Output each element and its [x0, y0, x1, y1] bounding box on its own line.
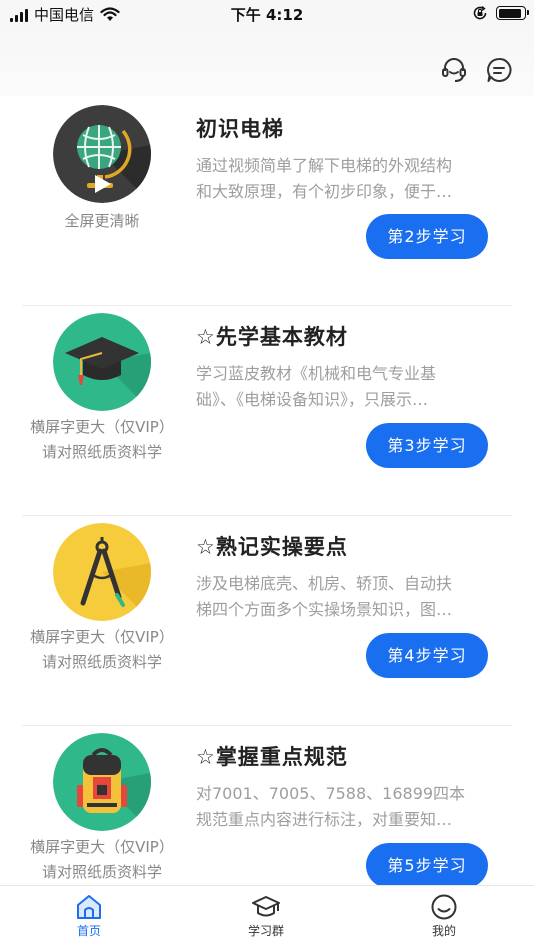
tab-label: 学习群 — [247, 924, 284, 938]
lesson-item[interactable]: 横屏字更大（仅VIP） 请对照纸质资料学 ☆熟记实操要点 涉及电梯底壳、机房、轿… — [0, 499, 534, 726]
orientation-lock-icon — [473, 5, 487, 20]
battery-icon — [496, 6, 529, 20]
tab-label: 我的 — [431, 924, 456, 938]
lesson-description: 通过视频简单了解下电梯的外观结构 和大致原理，有个初步印象，便于… — [196, 156, 453, 201]
message-icon[interactable] — [485, 56, 513, 84]
backpack-icon[interactable] — [53, 733, 151, 831]
thumb-caption: 横屏字更大（仅VIP） 请对照纸质资料学 — [30, 418, 174, 461]
tab-study-group[interactable]: 学习群 — [216, 894, 316, 939]
graduation-cap-icon[interactable] — [53, 313, 151, 411]
lesson-description: 涉及电梯底壳、机房、轿顶、自动扶 梯四个方面多个实操场景知识，图… — [196, 574, 453, 619]
thumb-caption: 横屏字更大（仅VIP） 请对照纸质资料学 — [30, 628, 174, 671]
lesson-list[interactable]: 全屏更清晰 初识电梯 通过视频简单了解下电梯的外观结构 和大致原理，有个初步印象… — [0, 96, 534, 885]
lesson-description: 对7001、7005、7588、16899四本 规范重点内容进行标注，对重要知… — [196, 784, 466, 829]
step-2-button[interactable]: 第2步学习 — [366, 214, 488, 259]
compass-icon[interactable] — [53, 523, 151, 621]
tab-home[interactable]: 首页 — [39, 894, 139, 939]
lesson-title: ☆掌握重点规范 — [196, 745, 348, 769]
lesson-item[interactable]: 全屏更清晰 初识电梯 通过视频简单了解下电梯的外观结构 和大致原理，有个初步印象… — [0, 96, 534, 306]
lesson-item[interactable]: 横屏字更大（仅VIP） 请对照纸质资料学 ☆先学基本教材 学习蓝皮教材《机械和电… — [0, 289, 534, 516]
tab-label: 首页 — [76, 924, 101, 938]
home-icon — [77, 895, 101, 919]
lesson-title: 初识电梯 — [196, 117, 284, 141]
tab-mine[interactable]: 我的 — [394, 894, 494, 939]
thumb-caption: 全屏更清晰 — [64, 212, 140, 230]
lesson-description: 学习蓝皮教材《机械和电气专业基 础》、《电梯设备知识》，只展示… — [196, 364, 437, 409]
top-bar — [0, 28, 534, 96]
step-4-button[interactable]: 第4步学习 — [366, 633, 488, 678]
step-5-button[interactable]: 第5步学习 — [366, 843, 488, 885]
status-time: 下午 4:12 — [230, 6, 304, 24]
globe-play-icon[interactable] — [53, 105, 151, 203]
lesson-item[interactable]: 横屏字更大（仅VIP） 请对照纸质资料学 ☆掌握重点规范 对7001、7005、… — [0, 709, 534, 885]
lesson-title: ☆熟记实操要点 — [196, 535, 348, 559]
status-right — [472, 5, 529, 21]
smile-face-icon — [431, 894, 457, 920]
step-3-button[interactable]: 第3步学习 — [366, 423, 488, 468]
graduation-cap-icon — [252, 896, 280, 917]
headset-icon[interactable] — [440, 56, 468, 84]
thumb-caption: 横屏字更大（仅VIP） 请对照纸质资料学 — [30, 838, 174, 881]
status-bar: 中国电信 下午 4:12 — [0, 0, 534, 28]
lesson-title: ☆先学基本教材 — [196, 325, 348, 349]
tab-bar: 首页 学习群 我的 — [0, 885, 534, 950]
